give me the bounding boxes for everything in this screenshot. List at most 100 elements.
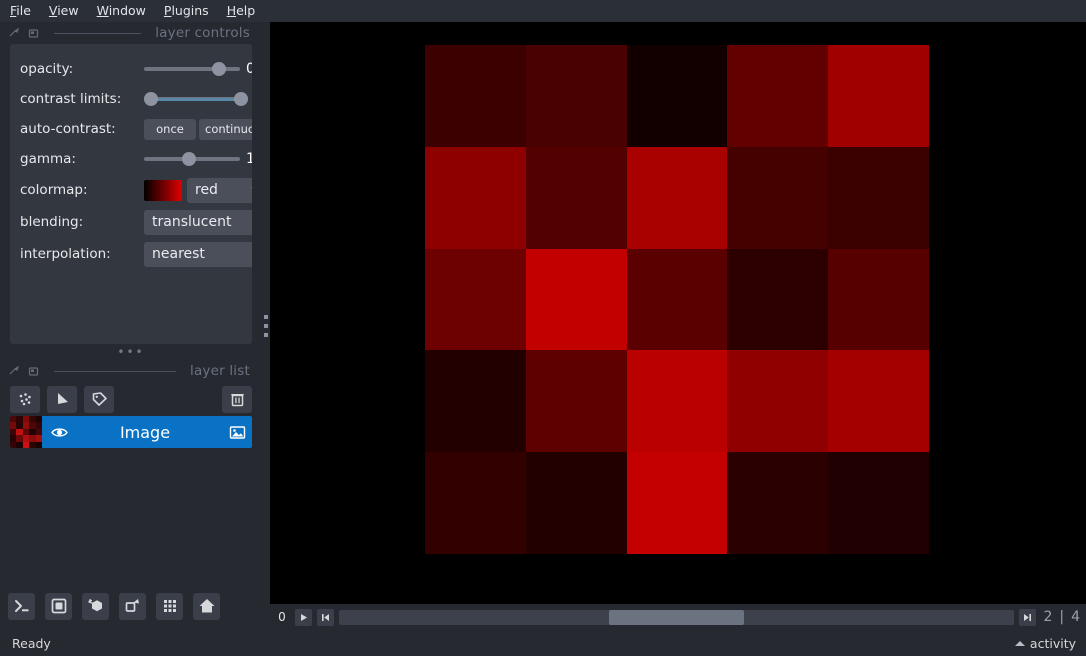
image-pixel-r0-c1: [525, 45, 627, 147]
auto-contrast-continuous-button[interactable]: continuous: [199, 118, 252, 140]
dim-slider-knob[interactable]: [609, 609, 745, 625]
dim-max-value: 4: [1071, 609, 1080, 625]
opacity-row: opacity: 0.8: [10, 54, 252, 84]
layer-controls-title: layer controls: [155, 25, 250, 41]
layer-controls-panel: opacity: 0.8 contrast limits:: [10, 44, 252, 344]
gamma-slider[interactable]: [144, 149, 240, 169]
image-layer-grid: [425, 45, 929, 554]
blending-combobox[interactable]: translucent: [144, 209, 252, 235]
image-pixel-r0-c3: [727, 45, 829, 147]
contrast-limits-slider[interactable]: [144, 89, 248, 109]
menu-plugins-rest: lugins: [171, 3, 209, 18]
dock-splitter[interactable]: [262, 22, 270, 630]
menu-view[interactable]: View: [49, 0, 79, 22]
contrast-limits-label: contrast limits:: [20, 91, 122, 107]
image-pixel-r4-c0: [425, 452, 526, 554]
dim-axis-label: 0: [278, 610, 286, 624]
gamma-value: 1.0: [246, 151, 252, 167]
image-pixel-r2-c4: [828, 248, 929, 351]
layer-name-label: Image: [119, 422, 171, 442]
viewer-body: layer controls opacity: 0.8 contrast li: [0, 22, 1086, 630]
colormap-swatch: [144, 179, 182, 201]
layer-row-image[interactable]: Image: [10, 416, 252, 448]
menu-view-rest: iew: [57, 3, 79, 18]
menu-window[interactable]: Window: [97, 0, 146, 22]
image-pixel-r2-c0: [425, 248, 526, 351]
eye-visible-icon[interactable]: [42, 423, 76, 442]
status-bar: Ready activity: [0, 630, 1086, 656]
image-pixel-r0-c2: [626, 45, 728, 147]
napari-viewer-window: File View Window Plugins Help layer cont…: [0, 0, 1086, 656]
float-window-icon[interactable]: [8, 365, 21, 378]
thumbnail-pixel-24: [35, 441, 42, 448]
menu-help-rest: elp: [236, 3, 256, 18]
image-pixel-r1-c1: [525, 146, 627, 249]
transpose-dims-button[interactable]: [119, 592, 146, 620]
contrast-min-knob[interactable]: [144, 92, 158, 106]
opacity-value: 0.8: [246, 61, 252, 77]
menu-window-rest: indow: [108, 3, 146, 18]
auto-contrast-once-button[interactable]: once: [144, 118, 196, 140]
colormap-combobox[interactable]: red: [187, 177, 252, 203]
step-forward-button[interactable]: [1019, 608, 1037, 626]
splitter-grip: [264, 315, 268, 337]
close-panel-icon[interactable]: [27, 27, 40, 40]
image-pixel-r2-c1: [525, 248, 627, 351]
opacity-label: opacity:: [20, 61, 74, 77]
dim-slider-track[interactable]: [339, 609, 1015, 625]
gamma-row: gamma: 1.0: [10, 144, 252, 174]
activity-button[interactable]: activity: [1014, 636, 1076, 651]
contrast-max-knob[interactable]: [234, 92, 248, 106]
gamma-label: gamma:: [20, 151, 76, 167]
menu-plugins[interactable]: Plugins: [164, 0, 209, 22]
opacity-knob[interactable]: [212, 62, 226, 76]
opacity-slider[interactable]: [144, 59, 240, 79]
new-labels-layer-button[interactable]: [84, 385, 114, 413]
auto-contrast-row: auto-contrast: once continuous: [10, 114, 252, 144]
close-panel-icon[interactable]: [27, 365, 40, 378]
image-pixel-r2-c2: [626, 248, 728, 351]
image-layer-icon: [222, 424, 252, 441]
left-dock: layer controls opacity: 0.8 contrast li: [0, 22, 262, 630]
interpolation-row: interpolation: nearest: [10, 238, 252, 270]
image-pixel-r4-c3: [727, 452, 829, 554]
colormap-value: red: [195, 182, 218, 198]
dim-current-value: 2: [1043, 609, 1053, 625]
image-pixel-r3-c0: [425, 350, 526, 453]
layer-thumbnail: [10, 416, 42, 448]
image-pixel-r1-c2: [626, 146, 728, 249]
gamma-knob[interactable]: [182, 152, 196, 166]
menu-bar: File View Window Plugins Help: [0, 0, 1086, 22]
interpolation-combobox[interactable]: nearest: [144, 241, 252, 267]
ndisplay-toggle-button[interactable]: [45, 592, 72, 620]
menu-file[interactable]: File: [10, 0, 31, 22]
image-pixel-r3-c1: [525, 350, 627, 453]
image-pixel-r2-c3: [727, 248, 829, 351]
viewer-toolbar: [0, 582, 262, 630]
new-points-layer-button[interactable]: [10, 385, 40, 413]
blending-row: blending: translucent: [10, 206, 252, 238]
header-rule: [54, 32, 142, 34]
image-pixel-r1-c0: [425, 146, 526, 249]
layer-rows: Image: [0, 416, 262, 582]
new-shapes-layer-button[interactable]: [47, 385, 77, 413]
home-reset-button[interactable]: [193, 592, 220, 620]
image-pixel-r3-c2: [626, 350, 728, 453]
play-button[interactable]: [295, 608, 312, 626]
image-pixel-r1-c3: [727, 146, 829, 249]
image-pixel-r4-c1: [525, 452, 627, 554]
roll-dims-button[interactable]: [82, 592, 109, 620]
status-message: Ready: [12, 635, 51, 651]
menu-help[interactable]: Help: [227, 0, 256, 22]
console-button[interactable]: [8, 592, 35, 620]
layer-controls-header: layer controls: [0, 22, 262, 44]
canvas-column: 0 2 | 4: [270, 22, 1086, 630]
dock-resize-handle[interactable]: •••: [0, 344, 262, 360]
delete-layer-button[interactable]: [222, 385, 252, 413]
viewer-canvas[interactable]: [270, 22, 1086, 604]
step-back-button[interactable]: [317, 608, 334, 626]
header-rule: [54, 370, 176, 372]
grid-view-button[interactable]: [156, 592, 183, 620]
float-window-icon[interactable]: [8, 27, 21, 40]
image-pixel-r4-c2: [626, 452, 728, 554]
